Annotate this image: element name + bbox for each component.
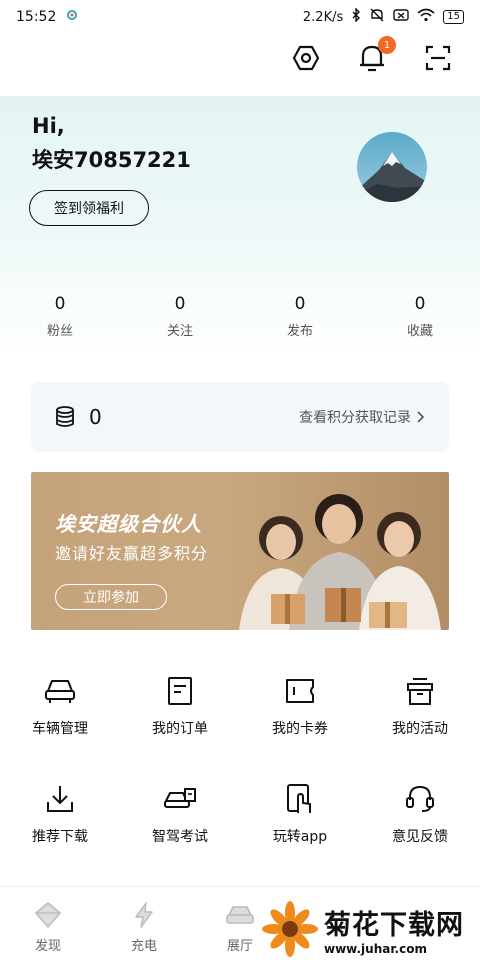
greeting: Hi, <box>32 114 65 138</box>
tab-label: 发现 <box>34 939 61 954</box>
stat-posts[interactable]: 0 发布 <box>240 294 360 339</box>
stat-label: 收藏 <box>406 324 433 339</box>
banner-subtitle: 邀请好友赢超多积分 <box>55 544 209 563</box>
stat-value: 0 <box>174 294 186 314</box>
sign-in-button[interactable]: 签到领福利 <box>29 190 149 226</box>
grid-label: 玩转app <box>272 829 328 845</box>
grid-item-orders[interactable]: 我的订单 <box>120 674 240 738</box>
stat-value: 0 <box>294 294 306 314</box>
status-time: 15:52 <box>16 9 57 25</box>
points-card[interactable]: 0 查看积分获取记录 <box>31 382 449 452</box>
grid-label: 智驾考试 <box>152 829 208 845</box>
scan-icon <box>425 45 451 71</box>
tab-charging[interactable]: 充电 <box>96 887 192 960</box>
stat-value: 0 <box>414 294 426 314</box>
watermark-url: www.juhar.com <box>324 941 427 956</box>
watermark-title: 菊花下载网 <box>324 909 464 941</box>
sim-icon <box>393 8 409 26</box>
points-history-label: 查看积分获取记录 <box>299 410 411 426</box>
gift-icon <box>407 678 433 705</box>
grid-label: 我的活动 <box>392 721 448 737</box>
flower-logo-icon <box>262 901 318 957</box>
banner-join-button[interactable]: 立即参加 <box>55 584 167 610</box>
notification-button[interactable]: 1 <box>354 36 396 76</box>
notification-badge: 1 <box>378 36 396 54</box>
touch-app-icon <box>287 784 311 813</box>
status-bar: 15:52 2.2K/s 15 <box>0 0 480 34</box>
battery-indicator: 15 <box>443 10 464 24</box>
grid-item-activities[interactable]: 我的活动 <box>360 674 480 738</box>
points-history-link[interactable]: 查看积分获取记录 <box>299 407 425 427</box>
stat-fans[interactable]: 0 粉丝 <box>0 294 120 339</box>
settings-button[interactable] <box>288 40 324 76</box>
username: 埃安70857221 <box>32 148 191 172</box>
net-speed: 2.2K/s <box>302 9 344 25</box>
grid-item-app-guide[interactable]: 玩转app <box>240 782 360 846</box>
stat-value: 0 <box>54 294 66 314</box>
app-notification-icon <box>66 9 78 25</box>
stats-row: 0 粉丝 0 关注 0 发布 0 收藏 <box>0 294 480 339</box>
partner-banner[interactable]: 埃安超级合伙人 邀请好友赢超多积分 立即参加 <box>31 472 449 630</box>
header-actions: 1 <box>288 36 456 76</box>
stat-label: 发布 <box>286 324 313 339</box>
grid-item-smart-drive-exam[interactable]: 智驾考试 <box>120 782 240 846</box>
mute-icon <box>369 8 385 26</box>
stat-favorites[interactable]: 0 收藏 <box>360 294 480 339</box>
grid-label: 我的订单 <box>152 721 208 737</box>
lightning-icon <box>135 902 153 928</box>
tab-label: 充电 <box>130 939 157 954</box>
coins-icon <box>56 406 74 427</box>
stat-label: 粉丝 <box>46 324 73 339</box>
grid-item-feedback[interactable]: 意见反馈 <box>360 782 480 846</box>
discover-icon <box>34 902 62 929</box>
order-icon <box>168 677 192 705</box>
grid-item-vehicle[interactable]: 车辆管理 <box>0 674 120 738</box>
download-icon <box>47 786 73 812</box>
service-grid-row-1: 车辆管理 我的订单 我的卡券 我的活动 <box>0 674 480 738</box>
smart-drive-icon <box>164 788 196 808</box>
wifi-icon <box>417 8 435 26</box>
headset-icon <box>406 785 434 812</box>
grid-item-download[interactable]: 推荐下载 <box>0 782 120 846</box>
settings-hex-icon <box>292 45 320 71</box>
stat-following[interactable]: 0 关注 <box>120 294 240 339</box>
grid-label: 推荐下载 <box>32 829 88 845</box>
service-grid-row-2: 推荐下载 智驾考试 玩转app 意见反馈 <box>0 782 480 846</box>
tab-label: 展厅 <box>226 939 253 954</box>
bluetooth-icon <box>351 7 361 26</box>
grid-label: 车辆管理 <box>32 721 88 737</box>
coupon-icon <box>286 679 314 703</box>
banner-title: 埃安超级合伙人 <box>55 512 202 536</box>
stat-label: 关注 <box>166 324 193 339</box>
grid-label: 我的卡券 <box>272 721 328 737</box>
car-tab-icon <box>226 906 254 924</box>
car-icon <box>45 680 75 703</box>
avatar[interactable] <box>357 132 427 202</box>
grid-label: 意见反馈 <box>392 829 448 845</box>
grid-item-coupons[interactable]: 我的卡券 <box>240 674 360 738</box>
points-value: 0 <box>89 405 102 429</box>
scan-button[interactable] <box>420 40 456 76</box>
tab-discover[interactable]: 发现 <box>0 887 96 960</box>
banner-people-illustration <box>239 494 441 630</box>
watermark: 菊花下载网 www.juhar.com <box>262 898 480 960</box>
chevron-right-icon <box>417 411 425 423</box>
